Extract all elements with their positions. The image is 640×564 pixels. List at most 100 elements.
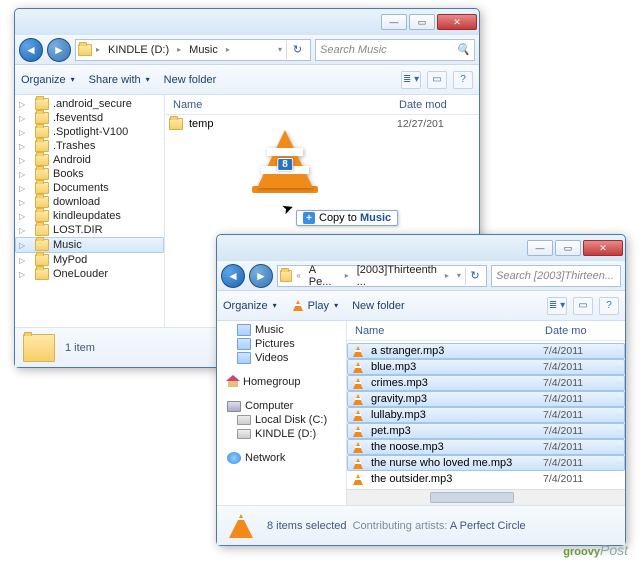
nav-library-item[interactable]: Pictures [217,337,346,351]
expand-icon[interactable]: ▷ [19,270,25,279]
file-row[interactable]: gravity.mp37/4/2011 [347,391,625,407]
organize-menu[interactable]: Organize▾ [223,300,279,312]
content-pane[interactable]: Name Date mo a stranger.mp37/4/2011blue.… [347,321,625,505]
file-row[interactable]: a stranger.mp37/4/2011 [347,343,625,359]
file-row[interactable]: crimes.mp37/4/2011 [347,375,625,391]
tree-item[interactable]: ▷Android [15,153,164,167]
address-bar[interactable]: ▸ KINDLE (D:) ▸ Music ▸ ▾ ↻ [75,39,311,61]
play-button[interactable]: Play▾ [291,299,340,313]
chevron-right-icon[interactable]: ▸ [224,45,232,54]
share-with-menu[interactable]: Share with▾ [89,74,152,86]
column-date[interactable]: Date mod [399,99,479,111]
breadcrumb-segment[interactable]: [2003]Thirteenth ... [353,267,441,285]
tree-item[interactable]: ▷Documents [15,181,164,195]
history-dropdown-icon[interactable]: ▾ [455,271,463,280]
file-row[interactable]: the noose.mp37/4/2011 [347,439,625,455]
back-button[interactable]: ◄ [19,38,43,62]
tree-item[interactable]: ▷.fseventsd [15,111,164,125]
column-headers[interactable]: Name Date mo [347,321,625,341]
refresh-button[interactable]: ↻ [465,267,484,285]
tree-item[interactable]: ▷.Trashes [15,139,164,153]
nav-drive-item[interactable]: Local Disk (C:) [217,413,346,427]
expand-icon[interactable]: ▷ [19,128,25,137]
tree-item[interactable]: ▷kindleupdates [15,209,164,223]
back-button[interactable]: ◄ [221,264,245,288]
refresh-button[interactable]: ↻ [286,41,308,59]
maximize-button[interactable]: ▭ [409,14,435,30]
tree-item[interactable]: ▷Books [15,167,164,181]
nav-network[interactable]: Network [217,451,346,465]
help-button[interactable]: ? [599,297,619,315]
file-row[interactable]: lullaby.mp37/4/2011 [347,407,625,423]
close-button[interactable]: ✕ [437,14,477,30]
minimize-button[interactable]: — [381,14,407,30]
chevron-right-icon[interactable]: ▸ [94,45,102,54]
expand-icon[interactable]: ▷ [19,212,25,221]
scroll-thumb[interactable] [430,492,513,503]
chevron-right-icon[interactable]: ▸ [175,45,183,54]
folder-icon [280,270,292,282]
forward-button[interactable]: ► [47,38,71,62]
file-row[interactable]: the outsider.mp37/4/2011 [347,471,625,487]
breadcrumb-segment[interactable]: Music [185,41,222,59]
expand-icon[interactable]: ▷ [19,170,25,179]
explorer-window-album[interactable]: — ▭ ✕ ◄ ► « A Pe... ▸ [2003]Thirteenth .… [216,234,626,546]
expand-icon[interactable]: ▷ [19,198,25,207]
search-input[interactable]: Search Music 🔍 [315,39,475,61]
new-folder-button[interactable]: New folder [352,300,405,312]
organize-menu[interactable]: Organize▾ [21,74,77,86]
expand-icon[interactable]: ▷ [19,256,25,265]
preview-pane-button[interactable]: ▭ [427,71,447,89]
horizontal-scrollbar[interactable] [347,489,625,505]
tree-item[interactable]: ▷Music [15,237,164,253]
titlebar[interactable]: — ▭ ✕ [217,235,625,261]
close-button[interactable]: ✕ [583,240,623,256]
tree-item[interactable]: ▷MyPod [15,253,164,267]
minimize-button[interactable]: — [527,240,553,256]
help-button[interactable]: ? [453,71,473,89]
expand-icon[interactable]: ▷ [19,142,25,151]
file-row[interactable]: pet.mp37/4/2011 [347,423,625,439]
tree-item[interactable]: ▷download [15,195,164,209]
forward-button[interactable]: ► [249,264,273,288]
breadcrumb-segment[interactable]: KINDLE (D:) [104,41,173,59]
address-bar[interactable]: « A Pe... ▸ [2003]Thirteenth ... ▸ ▾ ↻ [277,265,487,287]
view-options-button[interactable]: ≣ ▾ [547,297,567,315]
expand-icon[interactable]: ▷ [19,226,25,235]
nav-drive-item[interactable]: KINDLE (D:) [217,427,346,441]
tree-item[interactable]: ▷OneLouder [15,267,164,281]
expand-icon[interactable]: ▷ [19,241,25,250]
expand-icon[interactable]: ▷ [19,184,25,193]
new-folder-button[interactable]: New folder [164,74,217,86]
preview-pane-button[interactable]: ▭ [573,297,593,315]
vlc-icon [351,360,365,374]
nav-computer[interactable]: Computer [217,399,346,413]
folder-tree[interactable]: ▷.android_secure▷.fseventsd▷.Spotlight-V… [15,95,165,327]
chevron-left-icon[interactable]: « [294,271,302,280]
view-options-button[interactable]: ≣ ▾ [401,71,421,89]
tree-item[interactable]: ▷.android_secure [15,97,164,111]
tree-item[interactable]: ▷LOST.DIR [15,223,164,237]
file-row[interactable]: temp12/27/201 [165,117,479,131]
file-row[interactable]: the nurse who loved me.mp37/4/2011 [347,455,625,471]
chevron-right-icon[interactable]: ▸ [343,271,351,280]
expand-icon[interactable]: ▷ [19,100,25,109]
maximize-button[interactable]: ▭ [555,240,581,256]
nav-library-item[interactable]: Videos [217,351,346,365]
search-input[interactable]: Search [2003]Thirteen... [491,265,621,287]
navigation-pane[interactable]: MusicPicturesVideos Homegroup ComputerLoca… [217,321,347,505]
chevron-right-icon[interactable]: ▸ [443,271,451,280]
expand-icon[interactable]: ▷ [19,156,25,165]
column-headers[interactable]: Name Date mod [165,95,479,115]
column-date[interactable]: Date mo [545,325,625,337]
expand-icon[interactable]: ▷ [19,114,25,123]
tree-item[interactable]: ▷.Spotlight-V100 [15,125,164,139]
nav-homegroup[interactable]: Homegroup [217,375,346,389]
history-dropdown-icon[interactable]: ▾ [276,45,284,54]
titlebar[interactable]: — ▭ ✕ [15,9,479,35]
file-row[interactable]: blue.mp37/4/2011 [347,359,625,375]
column-name[interactable]: Name [165,99,399,111]
nav-library-item[interactable]: Music [217,323,346,337]
breadcrumb-segment[interactable]: A Pe... [305,267,341,285]
column-name[interactable]: Name [347,325,545,337]
